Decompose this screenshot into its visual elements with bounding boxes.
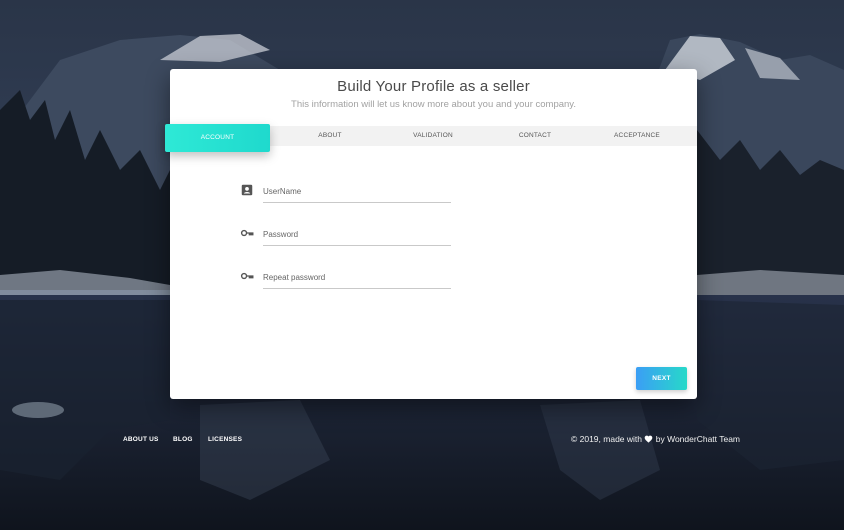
- username-input[interactable]: [263, 180, 451, 203]
- card-subtitle: This information will let us know more a…: [291, 99, 576, 110]
- repeat-password-field-row: [240, 264, 455, 289]
- account-box-icon: [241, 184, 253, 196]
- next-button[interactable]: NEXT: [636, 367, 687, 390]
- tab-about[interactable]: ABOUT: [280, 126, 380, 146]
- password-field-row: [240, 221, 455, 246]
- credit-prefix: © 2019, made with: [571, 434, 642, 444]
- key-icon: [240, 272, 254, 280]
- tab-contact[interactable]: CONTACT: [485, 126, 585, 146]
- username-field-row: [240, 178, 455, 203]
- profile-wizard-card: Build Your Profile as a seller This info…: [165, 69, 697, 399]
- footer-credit: © 2019, made with by WonderChatt Team: [571, 434, 740, 444]
- tab-acceptance[interactable]: ACCEPTANCE: [587, 126, 687, 146]
- key-icon: [240, 229, 254, 237]
- heart-icon: [645, 435, 653, 443]
- footer-link-about-us[interactable]: ABOUT US: [123, 436, 159, 443]
- tab-account[interactable]: ACCOUNT: [165, 124, 270, 152]
- footer-link-blog[interactable]: BLOG: [173, 436, 193, 443]
- footer-link-licenses[interactable]: LICENSES: [208, 436, 242, 443]
- card-title: Build Your Profile as a seller: [337, 78, 530, 95]
- credit-suffix: by WonderChatt Team: [655, 434, 741, 444]
- repeat-password-input[interactable]: [263, 266, 451, 289]
- password-input[interactable]: [263, 223, 451, 246]
- tab-validation[interactable]: VALIDATION: [383, 126, 483, 146]
